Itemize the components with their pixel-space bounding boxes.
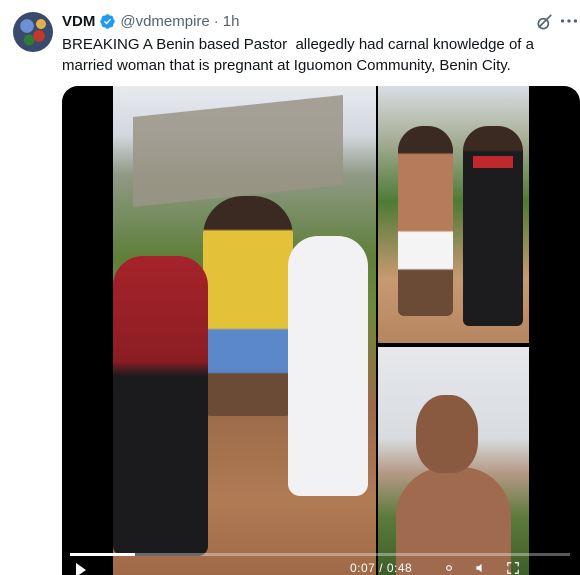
scene-person-white — [288, 236, 368, 496]
scene-red-stripe — [473, 156, 513, 168]
tweet-timestamp[interactable]: 1h — [223, 13, 240, 30]
scene-building — [133, 94, 343, 208]
avatar[interactable] — [13, 12, 53, 52]
video-time-readout: 0:07 / 0:48 — [350, 561, 413, 575]
tweet-header: VDM @vdmempire · 1h — [62, 11, 239, 31]
author-name[interactable]: VDM — [62, 13, 95, 30]
scene-figure-shirtless — [398, 126, 453, 316]
video-frame[interactable] — [113, 86, 529, 575]
grok-icon[interactable] — [535, 12, 555, 32]
play-icon[interactable] — [76, 563, 86, 575]
author-handle[interactable]: @vdmempire — [120, 13, 209, 30]
video-controls: 0:07 / 0:48 — [62, 545, 580, 575]
video-scene-main — [113, 86, 376, 575]
video-player[interactable]: 0:07 / 0:48 — [62, 86, 580, 575]
scene-man-face — [416, 395, 478, 473]
separator-dot: · — [213, 12, 219, 30]
video-progress-fill — [70, 553, 135, 556]
scene-figure-black-shirt — [463, 126, 523, 326]
video-progress-bar[interactable] — [70, 553, 570, 556]
volume-icon[interactable] — [474, 561, 488, 575]
more-icon[interactable] — [558, 10, 580, 32]
verified-badge-icon — [99, 13, 116, 30]
video-scene-top-right — [378, 86, 529, 343]
scene-person-red — [113, 256, 208, 556]
fullscreen-icon[interactable] — [506, 561, 520, 575]
video-scene-bottom-right — [378, 347, 529, 575]
settings-icon[interactable] — [442, 561, 456, 575]
tweet-text: BREAKING A Benin based Pastor allegedly … — [62, 36, 539, 74]
scene-person-yellow — [203, 196, 293, 416]
